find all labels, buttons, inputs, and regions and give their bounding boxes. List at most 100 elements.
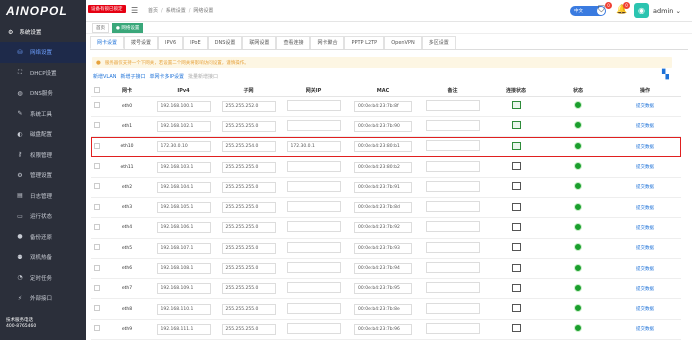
gateway-input[interactable] xyxy=(286,262,341,274)
ipv4-input[interactable]: 192.168.106.1 xyxy=(156,222,211,234)
ipv4-input[interactable]: 192.168.110.1 xyxy=(156,303,211,315)
tab-6[interactable]: 查看连接 xyxy=(276,36,311,49)
subnet-input[interactable]: 255.255.255.0 xyxy=(221,222,276,234)
subnet-input[interactable]: 255.255.255.0 xyxy=(221,303,276,315)
note-input[interactable] xyxy=(425,201,480,213)
page-tab-1[interactable]: ● 网络设置 xyxy=(112,22,144,33)
ipv4-input[interactable]: 192.168.102.1 xyxy=(156,120,211,132)
tab-7[interactable]: 网卡聚合 xyxy=(310,36,345,49)
submit-data-button[interactable]: 提交数据 xyxy=(636,206,654,211)
page-tab-0[interactable]: 首页 xyxy=(92,22,109,33)
gateway-input[interactable]: 172.30.0.1 xyxy=(286,141,341,153)
subnet-input[interactable]: 255.255.255.0 xyxy=(221,263,276,275)
ipv4-input[interactable]: 172.30.0.10 xyxy=(156,141,211,153)
gateway-input[interactable] xyxy=(286,241,341,253)
sidebar-item-1[interactable]: ⛶ DHCP设置 xyxy=(0,63,86,84)
sidebar-item-4[interactable]: ◐ 磁盘配置 xyxy=(0,124,86,145)
sidebar-item-8[interactable]: ▭ 运行状态 xyxy=(0,206,86,227)
sidebar-item-5[interactable]: ⚷ 权限管理 xyxy=(0,145,86,166)
sidebar-group-system-settings[interactable]: ⚙ 系统设置 xyxy=(0,22,86,42)
tab-2[interactable]: IPV6 xyxy=(158,36,184,49)
action-link-1[interactable]: 新增子接口 xyxy=(120,73,145,80)
select-all-checkbox[interactable] xyxy=(94,86,100,93)
row-checkbox[interactable] xyxy=(94,325,100,332)
mac-input[interactable]: 00:0e:b4:23:7b:95 xyxy=(354,283,412,295)
submit-data-button[interactable]: 提交数据 xyxy=(636,246,654,251)
subnet-input[interactable]: 255.255.255.0 xyxy=(221,283,276,295)
mac-input[interactable]: 00:0e:b4:23:7b:94 xyxy=(354,263,412,275)
gateway-input[interactable] xyxy=(286,180,341,192)
sidebar-item-6[interactable]: ⚙ 管理设置 xyxy=(0,165,86,186)
sidebar-item-12[interactable]: ⚡ 外部接口 xyxy=(0,288,86,309)
mac-input[interactable]: 00:0e:b4:23:80:b1 xyxy=(354,141,412,153)
sidebar-item-0[interactable]: ⛁ 网络设置 xyxy=(0,42,86,63)
subnet-input[interactable]: 255.255.255.0 xyxy=(221,181,276,193)
tab-0[interactable]: 网卡设置 xyxy=(90,36,125,49)
mac-input[interactable]: 00:0e:b4:23:7b:90 xyxy=(354,120,412,132)
tab-1[interactable]: 拨号设置 xyxy=(124,36,159,49)
row-checkbox[interactable] xyxy=(94,142,100,149)
gateway-input[interactable] xyxy=(286,302,341,314)
note-input[interactable] xyxy=(425,282,480,294)
device-lock-badge[interactable]: 设备有锁已锁定 xyxy=(88,5,126,13)
note-input[interactable] xyxy=(425,262,480,274)
tab-5[interactable]: 联网设置 xyxy=(242,36,277,49)
menu-toggle-icon[interactable]: ☰ xyxy=(131,6,138,15)
cart-icon[interactable]: ⛉ xyxy=(598,5,605,15)
subnet-input[interactable]: 255.255.252.0 xyxy=(221,100,276,112)
subnet-input[interactable]: 255.255.255.0 xyxy=(221,323,276,335)
sidebar-item-11[interactable]: ◔ 定时任务 xyxy=(0,268,86,289)
sidebar-item-7[interactable]: ▤ 日志管理 xyxy=(0,186,86,207)
tab-4[interactable]: DNS设置 xyxy=(207,36,243,49)
submit-data-button[interactable]: 提交数据 xyxy=(636,267,654,272)
submit-data-button[interactable]: 提交数据 xyxy=(636,307,654,312)
sidebar-item-10[interactable]: ⚉ 双机热备 xyxy=(0,247,86,268)
note-input[interactable] xyxy=(425,140,480,152)
sidebar-item-2[interactable]: ◍ DNS服务 xyxy=(0,83,86,104)
mac-input[interactable]: 00:0e:b4:23:7b:91 xyxy=(354,181,412,193)
submit-data-button[interactable]: 提交数据 xyxy=(636,145,654,150)
row-checkbox[interactable] xyxy=(94,305,100,312)
avatar[interactable]: ◉ xyxy=(634,3,649,18)
submit-data-button[interactable]: 提交数据 xyxy=(636,327,654,332)
gateway-input[interactable] xyxy=(286,201,341,213)
tab-3[interactable]: IPoE xyxy=(183,36,208,49)
action-link-0[interactable]: 新增VLAN xyxy=(93,73,116,80)
submit-data-button[interactable]: 提交数据 xyxy=(636,287,654,292)
ipv4-input[interactable]: 192.168.100.1 xyxy=(156,100,211,112)
mac-input[interactable]: 00:0e:b4:23:7b:96 xyxy=(354,323,412,335)
tab-9[interactable]: OpenVPN xyxy=(384,36,422,49)
note-input[interactable] xyxy=(425,180,480,192)
breadcrumb-system[interactable]: 系统设置 xyxy=(166,8,186,14)
mac-input[interactable]: 00:0e:b4:23:7b:92 xyxy=(354,222,412,234)
gateway-input[interactable] xyxy=(286,322,341,334)
ipv4-input[interactable]: 192.168.108.1 xyxy=(156,263,211,275)
ipv4-input[interactable]: 192.168.105.1 xyxy=(156,202,211,214)
note-input[interactable] xyxy=(425,302,480,314)
note-input[interactable] xyxy=(425,221,480,233)
gateway-input[interactable] xyxy=(286,119,341,131)
note-input[interactable] xyxy=(425,241,480,253)
gateway-input[interactable] xyxy=(286,221,341,233)
action-link-2[interactable]: 单网卡多IP设置 xyxy=(150,73,185,80)
sidebar-item-9[interactable]: ● 备份还原 xyxy=(0,227,86,248)
gateway-input[interactable] xyxy=(286,160,341,172)
subnet-input[interactable]: 255.255.255.0 xyxy=(221,202,276,214)
mac-input[interactable]: 00:0e:b4:23:7b:8d xyxy=(354,202,412,214)
tab-8[interactable]: PPTP L2TP xyxy=(344,36,385,49)
submit-data-button[interactable]: 提交数据 xyxy=(636,104,654,109)
user-menu[interactable]: admin ⌄ xyxy=(653,7,681,15)
subnet-input[interactable]: 255.255.255.0 xyxy=(221,242,276,254)
submit-data-button[interactable]: 提交数据 xyxy=(636,185,654,190)
row-checkbox[interactable] xyxy=(94,102,100,109)
subnet-input[interactable]: 255.255.255.0 xyxy=(221,161,276,173)
ipv4-input[interactable]: 192.168.104.1 xyxy=(156,181,211,193)
mac-input[interactable]: 00:0e:b4:23:7b:93 xyxy=(354,242,412,254)
sidebar-item-3[interactable]: ✎ 系统工具 xyxy=(0,104,86,125)
note-input[interactable] xyxy=(425,99,480,111)
row-checkbox[interactable] xyxy=(94,122,100,129)
note-input[interactable] xyxy=(425,160,480,172)
mac-input[interactable]: 00:0e:b4:23:7b:8e xyxy=(354,303,412,315)
row-checkbox[interactable] xyxy=(94,264,100,271)
column-settings-icon[interactable]: ▚ xyxy=(662,70,669,80)
